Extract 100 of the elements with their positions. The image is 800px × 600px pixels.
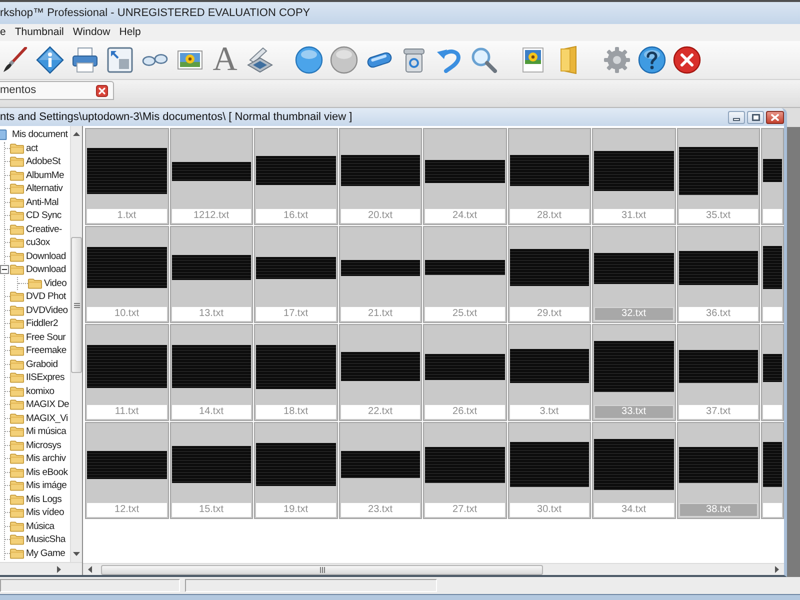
file-name: 23.txt: [340, 503, 420, 517]
maximize-button[interactable]: [747, 110, 764, 124]
tree-item[interactable]: Mi música: [26, 427, 66, 436]
tree-item[interactable]: Anti-Mal: [26, 198, 58, 207]
document-title: nts and Settings\uptodown-3\Mis documentos\ [ Normal thumbnail view ]: [0, 112, 352, 122]
thumbnail-tile[interactable]: [761, 128, 784, 225]
tree-item[interactable]: Download: [26, 252, 66, 261]
minimize-icon: [733, 118, 740, 120]
scroll-right-icon[interactable]: [775, 566, 779, 573]
close-icon[interactable]: [673, 46, 701, 74]
tree-item[interactable]: Creative-: [26, 224, 62, 234]
text-preview: [763, 442, 782, 487]
file-name: 32.txt: [594, 307, 674, 321]
tree-item[interactable]: Alternativ: [26, 184, 63, 194]
folder-icon: [10, 264, 24, 276]
file-name: 3.txt: [510, 405, 589, 419]
menu-item[interactable]: e: [0, 27, 6, 38]
label-strip: [763, 405, 782, 419]
scrollbar-thumb[interactable]: [71, 237, 82, 373]
tree-item[interactable]: Freemake: [26, 346, 66, 356]
file-name: 28.txt: [510, 209, 589, 223]
printer-icon[interactable]: [72, 47, 98, 73]
tree-item[interactable]: Mis document: [12, 130, 68, 140]
tree-item[interactable]: DVD Phot: [26, 292, 66, 302]
tree-item[interactable]: Graboid: [26, 360, 58, 369]
folder-icon: [10, 494, 24, 505]
scroll-left-icon[interactable]: [88, 566, 92, 573]
tree-item[interactable]: cu3ox: [26, 238, 50, 248]
vertical-scrollbar[interactable]: [70, 126, 82, 562]
folder-icon[interactable]: [560, 46, 576, 74]
tree-item[interactable]: Video: [44, 278, 67, 288]
tree-item[interactable]: act: [26, 144, 38, 153]
tree-item[interactable]: MusicSha: [26, 535, 66, 544]
help-icon[interactable]: [638, 46, 666, 74]
file-name: 24.txt: [425, 209, 504, 223]
tree-item[interactable]: CD Sync: [26, 211, 62, 220]
menu-item[interactable]: Help: [119, 27, 141, 38]
folder-icon: [10, 196, 24, 208]
glasses-icon[interactable]: [142, 54, 168, 66]
sphere-icon[interactable]: [330, 46, 358, 74]
info-icon[interactable]: [36, 46, 64, 74]
image-icon[interactable]: [177, 50, 203, 70]
minimize-button[interactable]: [728, 110, 745, 124]
tree-item[interactable]: Fiddler2: [26, 319, 58, 328]
tree-item[interactable]: My Game: [26, 548, 66, 558]
folder-icon: [10, 237, 24, 248]
tree-item[interactable]: MAGIX_Vi: [26, 414, 68, 423]
grip-icon: [74, 302, 80, 308]
scroll-up-icon[interactable]: [73, 132, 80, 136]
tree-item[interactable]: Mis archiv: [26, 454, 66, 464]
tree-item[interactable]: Mis eBook: [26, 468, 68, 477]
file-name: 38.txt: [678, 503, 758, 517]
text-tool-button[interactable]: A: [212, 45, 238, 75]
tree-item[interactable]: AlbumMe: [26, 170, 64, 180]
scroll-right-icon[interactable]: [57, 566, 61, 572]
scrollbar-thumb[interactable]: [101, 564, 543, 574]
search-icon[interactable]: [471, 47, 497, 73]
tree-item[interactable]: Mis vídeo: [26, 508, 64, 518]
folder-icon: [10, 426, 24, 438]
horizontal-scrollbar[interactable]: [0, 562, 82, 575]
folder-icon: [10, 345, 24, 356]
thumbnail-tile[interactable]: [761, 324, 784, 421]
menu-item[interactable]: Thumbnail: [14, 27, 64, 38]
image-icon[interactable]: [522, 47, 544, 73]
thumbnail-tile[interactable]: [761, 226, 784, 323]
resize-icon[interactable]: [107, 47, 133, 73]
document-tab[interactable]: mentos: [0, 81, 114, 100]
tree-item[interactable]: Música: [26, 522, 54, 531]
tree-item[interactable]: Microsys: [26, 440, 62, 450]
folder-icon: [10, 304, 24, 316]
folder-icon: [10, 412, 24, 424]
collapse-icon[interactable]: [0, 265, 9, 274]
file-name: 13.txt: [172, 307, 251, 321]
menu-item[interactable]: Window: [72, 27, 110, 38]
tree-item[interactable]: Download: [26, 265, 66, 274]
close-button[interactable]: [766, 110, 784, 124]
file-name: 17.txt: [256, 307, 336, 321]
tree-item[interactable]: Mis Logs: [26, 494, 62, 504]
file-name: 12.txt: [87, 503, 166, 517]
scroll-down-icon[interactable]: [73, 552, 80, 556]
tree-item[interactable]: DVDVideo: [26, 306, 68, 315]
tree-item[interactable]: IISExpres: [26, 373, 64, 382]
tree-item[interactable]: MAGIX De: [26, 400, 69, 410]
folder-icon: [28, 278, 42, 289]
close-icon[interactable]: [96, 84, 108, 96]
file-name: 33.txt: [594, 405, 674, 419]
undo-icon[interactable]: [436, 47, 462, 73]
horizontal-scrollbar[interactable]: [83, 563, 784, 575]
file-name: 31.txt: [594, 209, 674, 223]
brush-icon[interactable]: [2, 47, 28, 73]
grip-icon: [320, 566, 324, 572]
scanner-icon[interactable]: [247, 47, 273, 73]
tree-item[interactable]: AdobeSt: [26, 157, 60, 166]
tree-item[interactable]: Free Sour: [26, 332, 66, 342]
tree-item[interactable]: Mis imáge: [26, 481, 67, 490]
trash-icon[interactable]: [403, 48, 425, 72]
thumbnail-tile[interactable]: [761, 422, 784, 519]
folder-icon: [10, 170, 24, 181]
sphere-icon[interactable]: [295, 46, 323, 74]
tree-item[interactable]: komixo: [26, 386, 54, 396]
